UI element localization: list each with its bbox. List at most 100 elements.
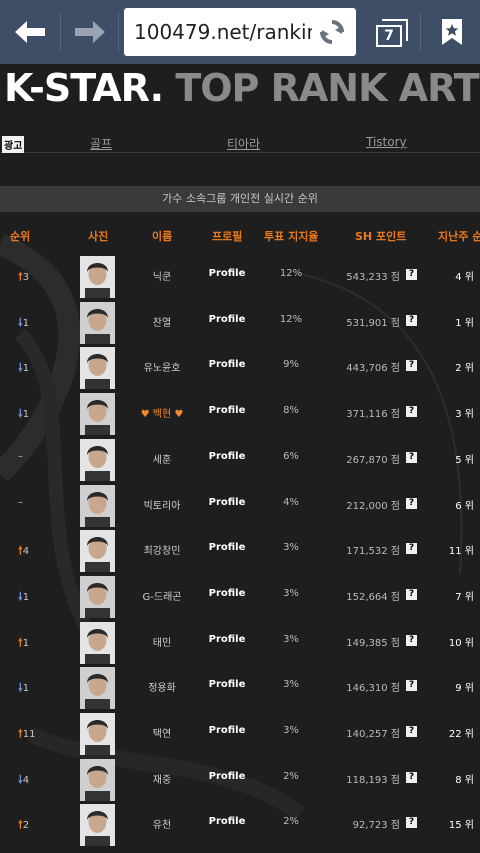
vote-rate: 6%: [283, 450, 299, 462]
vote-rate: 3%: [283, 633, 299, 645]
back-button[interactable]: [6, 8, 54, 56]
help-icon[interactable]: ?: [406, 497, 417, 509]
last-week-rank: 2 위: [455, 363, 474, 375]
artist-photo[interactable]: [80, 347, 115, 390]
artist-photo[interactable]: [80, 575, 115, 618]
last-week-rank: 11 위: [448, 546, 474, 558]
profile-link[interactable]: Profile: [204, 359, 250, 370]
artist-name[interactable]: 정용화: [120, 679, 204, 694]
artist-photo[interactable]: [80, 667, 115, 710]
last-week-rank: 4 위: [455, 272, 474, 283]
artist-photo[interactable]: [80, 393, 115, 436]
help-icon[interactable]: ?: [406, 360, 417, 372]
nav-link-tistory[interactable]: Tistory: [366, 135, 407, 149]
profile-link[interactable]: Profile: [204, 405, 250, 416]
help-icon[interactable]: ?: [406, 634, 417, 646]
artist-name[interactable]: G-드래곤: [120, 588, 204, 603]
help-icon[interactable]: ?: [406, 726, 417, 737]
artist-name[interactable]: 찬열: [120, 314, 204, 329]
profile-link[interactable]: Profile: [204, 816, 250, 827]
artist-name[interactable]: ♥ 백현 ♥: [120, 405, 204, 420]
artist-name[interactable]: 닉쿤: [120, 268, 204, 283]
reload-button[interactable]: [312, 12, 352, 52]
help-icon[interactable]: ?: [406, 771, 417, 783]
nav-link-golf[interactable]: 골프: [90, 135, 112, 152]
profile-link[interactable]: Profile: [204, 771, 250, 782]
site-banner[interactable]: K-STAR. TOP RANK ARTISTS(KOREAN S: [0, 64, 480, 116]
artist-photo[interactable]: [80, 438, 115, 481]
artist-name[interactable]: 최강창민: [120, 542, 204, 557]
table-row: 🠕4 최강창민 Profile 3% 171,532 점? 11 위: [0, 528, 480, 574]
rank-change-value: 1: [22, 637, 30, 649]
artist-photo[interactable]: [80, 804, 115, 847]
rank-change-value: 1: [22, 409, 30, 421]
artist-name[interactable]: 유천: [120, 816, 204, 831]
artist-name[interactable]: 세훈: [120, 451, 204, 466]
artist-name[interactable]: 택연: [120, 725, 204, 740]
bookmark-button[interactable]: [430, 10, 474, 54]
sh-points: 212,000 점: [346, 500, 400, 512]
help-icon[interactable]: ?: [406, 588, 417, 600]
artist-photo-image: [80, 393, 115, 436]
artist-photo-image: [80, 621, 115, 664]
sh-points: 531,901 점: [346, 317, 400, 329]
profile-link[interactable]: Profile: [204, 497, 250, 508]
vote-rate: 3%: [283, 587, 299, 599]
nav-link-tiara[interactable]: 티아라: [227, 135, 260, 152]
profile-link[interactable]: Profile: [204, 588, 250, 599]
col-last-week: 지난주 순: [438, 230, 480, 243]
address-bar[interactable]: 100479.net/rankin: [124, 8, 356, 56]
sh-points: 171,532 점: [346, 546, 400, 558]
artist-photo-image: [80, 301, 115, 344]
artist-photo[interactable]: [80, 484, 115, 527]
rank-change: 🠗1: [18, 359, 68, 378]
artist-name[interactable]: 태민: [120, 634, 204, 649]
artist-photo[interactable]: [80, 713, 115, 755]
help-icon[interactable]: ?: [406, 543, 417, 555]
tabs-button[interactable]: 7: [368, 10, 414, 54]
artist-name[interactable]: 재중: [120, 771, 204, 786]
sh-points: 92,723 점: [352, 820, 400, 832]
rank-change-value: –: [18, 450, 23, 462]
profile-link[interactable]: Profile: [204, 451, 250, 462]
toolbar-divider: [118, 12, 119, 52]
col-rank: 순위: [10, 230, 31, 243]
table-row: 🠗1 유노윤호 Profile 9% 443,706 점? 2 위: [0, 345, 480, 391]
artist-photo[interactable]: [80, 530, 115, 573]
last-week-rank: 7 위: [455, 591, 474, 603]
table-row: 🠕3 닉쿤 Profile 12% 543,233 점? 4 위: [0, 254, 480, 300]
profile-link[interactable]: Profile: [204, 679, 250, 690]
artist-photo-image: [80, 347, 115, 390]
help-icon[interactable]: ?: [406, 314, 417, 326]
sh-points: 118,193 점: [346, 774, 400, 786]
help-icon[interactable]: ?: [406, 680, 417, 692]
rank-change-value: 1: [22, 363, 30, 375]
site-logo: K-STAR.: [4, 66, 164, 110]
artist-name[interactable]: 빅토리아: [120, 497, 204, 512]
forward-arrow-icon: [75, 21, 105, 43]
artist-photo-image: [80, 575, 115, 618]
help-icon[interactable]: ?: [406, 269, 417, 280]
help-icon[interactable]: ?: [406, 817, 417, 829]
sh-points: 443,706 점: [346, 363, 400, 375]
profile-link[interactable]: Profile: [204, 634, 250, 645]
artist-photo[interactable]: [80, 758, 115, 801]
artist-photo-image: [80, 530, 115, 573]
forward-button[interactable]: [66, 8, 114, 56]
artist-photo[interactable]: [80, 301, 115, 344]
profile-link[interactable]: Profile: [204, 725, 250, 736]
help-icon[interactable]: ?: [406, 406, 417, 418]
col-profile: 프로필: [212, 230, 243, 243]
artist-name[interactable]: 유노윤호: [120, 359, 204, 374]
profile-link[interactable]: Profile: [204, 268, 250, 279]
top-nav: 광고 골프 티아라 Tistory: [0, 131, 480, 153]
help-icon[interactable]: ?: [406, 451, 417, 463]
artist-photo[interactable]: [80, 621, 115, 664]
ad-badge[interactable]: 광고: [2, 136, 25, 153]
artist-photo[interactable]: [80, 256, 115, 298]
vote-rate: 3%: [283, 725, 299, 736]
url-text[interactable]: 100479.net/rankin: [134, 20, 319, 44]
table-row: 🠗1 ♥ 백현 ♥ Profile 8% 371,116 점? 3 위: [0, 391, 480, 437]
profile-link[interactable]: Profile: [204, 542, 250, 553]
profile-link[interactable]: Profile: [204, 314, 250, 325]
